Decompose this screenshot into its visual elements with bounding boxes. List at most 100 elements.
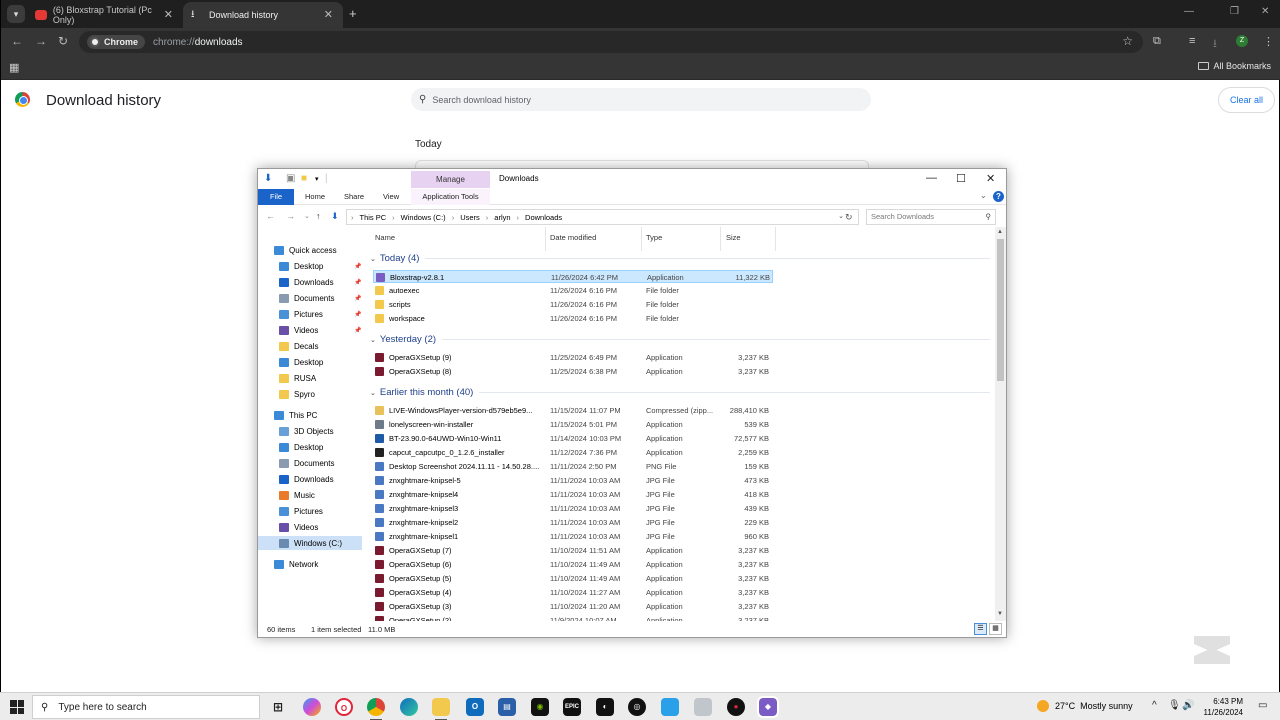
forward-icon[interactable]: → <box>35 34 47 48</box>
all-bookmarks-button[interactable]: All Bookmarks <box>1198 61 1271 71</box>
show-hidden-icons[interactable]: ^ <box>1152 700 1157 711</box>
microphone-icon[interactable]: 🎙 <box>1168 700 1181 711</box>
back-icon[interactable]: ← <box>11 34 23 48</box>
file-row[interactable]: znxghtmare-knipsel4 11/11/2024 10:03 AM JP… <box>373 488 773 501</box>
nav-item-network[interactable]: Network <box>258 557 362 571</box>
close-tab-icon[interactable]: ✕ <box>164 8 173 21</box>
breadcrumb[interactable]: › This PC › Windows (C:) › Users › arlyn… <box>346 209 859 225</box>
maximize-icon[interactable]: ☐ <box>956 172 966 185</box>
breadcrumb-users[interactable]: Users <box>460 213 480 222</box>
ribbon-tab-share[interactable]: Share <box>344 189 364 205</box>
store-icon[interactable]: ▤ <box>498 698 516 716</box>
chrome-chip[interactable]: Chrome <box>87 35 146 49</box>
epic-games-icon[interactable]: EPIC <box>563 698 581 716</box>
scrollbar-thumb[interactable] <box>997 239 1004 381</box>
obs-icon[interactable]: ◎ <box>628 698 646 716</box>
file-row[interactable]: BT-23.90.0-64UWD-Win10-Win11 11/14/2024 1… <box>373 432 773 445</box>
nav-item-rusa[interactable]: RUSA <box>258 371 362 385</box>
file-row[interactable]: scripts 11/26/2024 6:16 PM File folder <box>373 298 773 311</box>
taskbar-search-input[interactable]: ⚲ Type here to search <box>32 695 260 719</box>
collapse-icon[interactable]: ⌄ <box>370 336 376 344</box>
file-row[interactable]: znxghtmare-knipsel1 11/11/2024 10:03 AM JP… <box>373 530 773 543</box>
clear-all-button[interactable]: Clear all <box>1218 87 1276 113</box>
up-icon[interactable]: ↑ <box>316 211 321 221</box>
file-row[interactable]: OperaGXSetup (7) 11/10/2024 11:51 AM Appli… <box>373 544 773 557</box>
address-bar[interactable]: Chrome chrome://downloads ☆ <box>79 31 1143 53</box>
file-row[interactable]: OperaGXSetup (9) 11/25/2024 6:49 PM Applic… <box>373 351 773 364</box>
nav-item-spyro[interactable]: Spyro <box>258 387 362 401</box>
nav-item-desktop[interactable]: Desktop 📌 <box>258 259 362 273</box>
notifications-icon[interactable]: ▭ <box>1258 700 1267 711</box>
media-controls-icon[interactable]: ≡ <box>1189 35 1195 47</box>
properties-icon[interactable]: ▣ <box>286 173 295 184</box>
large-icons-view-icon[interactable]: ▦ <box>989 623 1002 635</box>
close-icon[interactable]: ✕ <box>986 172 995 185</box>
minimize-icon[interactable]: — <box>926 172 937 184</box>
collapse-icon[interactable]: ⌄ <box>370 255 376 263</box>
volume-icon[interactable]: 🔊 <box>1182 700 1194 711</box>
app-icon[interactable] <box>661 698 679 716</box>
nav-item-3d-objects[interactable]: 3D Objects <box>258 424 362 438</box>
file-row[interactable]: lonelyscreen-win-installer 11/15/2024 5:0… <box>373 418 773 431</box>
file-row[interactable]: OperaGXSetup (2) 11/9/2024 10:07 AM Applic… <box>373 614 773 621</box>
file-explorer-icon[interactable] <box>432 698 450 716</box>
column-type[interactable]: Type <box>646 233 662 242</box>
breadcrumb-arlyn[interactable]: arlyn <box>494 213 510 222</box>
file-row[interactable]: LIVE-WindowsPlayer-version-d579eb5e9... 1… <box>373 404 773 417</box>
nav-item-this-pc[interactable]: This PC <box>258 408 362 422</box>
nav-item-documents[interactable]: Documents 📌 <box>258 291 362 305</box>
bookmark-star-icon[interactable]: ☆ <box>1122 34 1133 48</box>
close-tab-icon[interactable]: ✕ <box>324 8 333 21</box>
help-icon[interactable]: ? <box>993 191 1004 202</box>
group-header[interactable]: ⌄ Yesterday (2) <box>370 334 990 345</box>
app-icon[interactable] <box>694 698 712 716</box>
chrome-taskbar-icon[interactable] <box>367 698 385 716</box>
nav-item-downloads[interactable]: Downloads 📌 <box>258 275 362 289</box>
address-dropdown-icon[interactable]: ⌄ <box>838 212 844 220</box>
expand-ribbon-icon[interactable]: ⌄ <box>980 191 987 200</box>
vertical-scrollbar[interactable]: ▲ ▼ <box>995 227 1006 621</box>
profile-avatar[interactable]: Z <box>1236 35 1248 47</box>
file-row[interactable]: OperaGXSetup (8) 11/25/2024 6:38 PM Applic… <box>373 365 773 378</box>
nav-item-pictures[interactable]: Pictures <box>258 504 362 518</box>
breadcrumb-this-pc[interactable]: This PC <box>360 213 387 222</box>
column-date-modified[interactable]: Date modified <box>550 233 596 242</box>
weather-widget[interactable]: 27°C Mostly sunny <box>1037 700 1133 712</box>
new-folder-icon[interactable]: ■ <box>301 173 307 184</box>
search-downloads-input[interactable]: Search Downloads ⚲ <box>866 209 996 225</box>
nav-item-desktop[interactable]: Desktop <box>258 440 362 454</box>
download-search-input[interactable]: ⚲ Search download history <box>411 88 871 111</box>
tab-bloxstrap-tutorial[interactable]: (6) Bloxstrap Tutorial (Pc Only) ✕ <box>27 2 183 28</box>
steam-icon[interactable]: ◐ <box>596 698 614 716</box>
quick-access-download-icon[interactable]: ⬇ <box>264 173 272 184</box>
apps-grid-icon[interactable]: ▦ <box>9 61 19 74</box>
clock[interactable]: 6:43 PM 11/26/2024 <box>1198 696 1243 718</box>
manage-tab[interactable]: Manage <box>411 171 490 188</box>
downloads-icon[interactable]: ⭳ <box>1213 35 1217 54</box>
group-header[interactable]: ⌄ Earlier this month (40) <box>370 387 990 398</box>
copilot-icon[interactable] <box>303 698 321 716</box>
breadcrumb-windows-c[interactable]: Windows (C:) <box>401 213 446 222</box>
refresh-icon[interactable]: ↻ <box>845 212 853 223</box>
group-header[interactable]: ⌄ Today (4) <box>370 253 990 264</box>
ribbon-tab-application-tools[interactable]: Application Tools <box>411 189 490 205</box>
extensions-icon[interactable]: ⧉ <box>1153 35 1161 48</box>
nav-item-pictures[interactable]: Pictures 📌 <box>258 307 362 321</box>
file-row[interactable]: workspace 11/26/2024 6:16 PM File folder <box>373 312 773 325</box>
outlook-icon[interactable]: O <box>466 698 484 716</box>
customize-toolbar-icon[interactable]: ▾ <box>315 175 319 183</box>
nav-item-videos[interactable]: Videos 📌 <box>258 323 362 337</box>
recent-locations-icon[interactable]: ⌄ <box>304 212 310 220</box>
file-row[interactable]: Bloxstrap-v2.8.1 11/26/2024 6:42 PM Applic… <box>373 270 773 283</box>
ribbon-tab-home[interactable]: Home <box>305 189 325 205</box>
file-row[interactable]: capcut_capcutpc_0_1.2.6_installer 11/12/2… <box>373 446 773 459</box>
collapse-icon[interactable]: ⌄ <box>370 389 376 397</box>
file-row[interactable]: znxghtmare-knipsel3 11/11/2024 10:03 AM JP… <box>373 502 773 515</box>
bloxstrap-taskbar-icon[interactable]: ◆ <box>757 696 779 718</box>
close-window-icon[interactable]: ✕ <box>1261 6 1269 17</box>
nvidia-icon[interactable]: ◉ <box>531 698 549 716</box>
nav-item-downloads[interactable]: Downloads <box>258 472 362 486</box>
details-view-icon[interactable]: ☰ <box>974 623 987 635</box>
file-row[interactable]: OperaGXSetup (6) 11/10/2024 11:49 AM Appli… <box>373 558 773 571</box>
restore-icon[interactable]: ❐ <box>1230 6 1239 17</box>
